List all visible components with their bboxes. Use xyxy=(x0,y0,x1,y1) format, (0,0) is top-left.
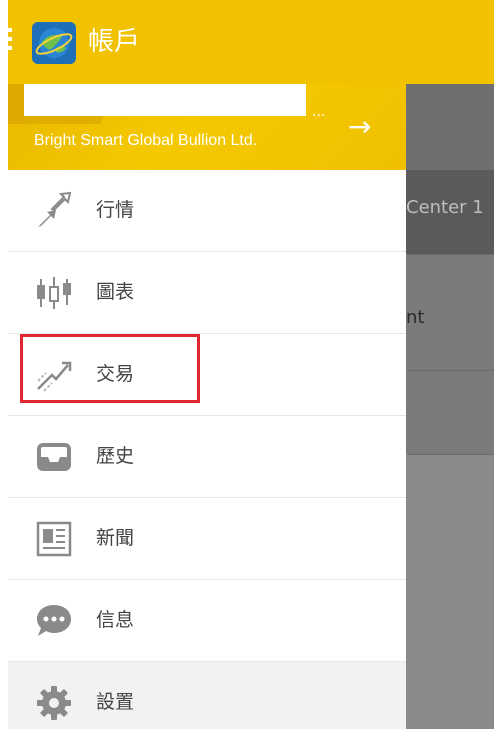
screen: 帳戶 Center 1 nt ... Bright Smart Global B… xyxy=(8,0,494,729)
account-broker: Bright Smart Global Bullion Ltd. xyxy=(34,132,258,149)
menu-item-label: 圖表 xyxy=(96,281,135,303)
app-bar: 帳戶 xyxy=(8,0,494,84)
app-bar-title: 帳戶 xyxy=(88,27,141,57)
history-inbox-icon xyxy=(34,437,74,477)
gear-icon xyxy=(34,683,74,723)
quotes-icon xyxy=(34,191,74,231)
menu-item-label: 行情 xyxy=(96,199,135,221)
menu-item-messages[interactable]: 信息 xyxy=(8,580,406,662)
menu-item-quotes[interactable]: 行情 xyxy=(8,170,406,252)
menu-item-news[interactable]: 新聞 xyxy=(8,498,406,580)
menu-item-label: 新聞 xyxy=(96,527,135,549)
navigation-drawer: ... Bright Smart Global Bullion Ltd. → 行… xyxy=(8,84,406,729)
menu-item-settings[interactable]: 設置 xyxy=(8,662,406,729)
menu-item-label: 歷史 xyxy=(96,445,135,467)
menu-item-label: 信息 xyxy=(96,609,135,631)
account-name-ellipsis: ... xyxy=(312,104,326,120)
menu-icon[interactable] xyxy=(8,28,14,58)
account-name-redacted xyxy=(24,84,306,116)
menu-item-label: 設置 xyxy=(96,691,135,713)
menu-item-charts[interactable]: 圖表 xyxy=(8,252,406,334)
background-list-label: nt xyxy=(406,307,425,328)
chat-bubble-icon xyxy=(34,601,74,641)
app-logo-icon[interactable] xyxy=(32,22,76,64)
background-tab-label: Center 1 xyxy=(406,197,484,218)
arrow-right-icon[interactable]: → xyxy=(348,112,371,142)
history-highlight-box xyxy=(20,334,200,403)
news-icon xyxy=(34,519,74,559)
chart-candlestick-icon xyxy=(34,273,74,313)
menu-item-history[interactable]: 歷史 xyxy=(8,416,406,498)
account-header[interactable]: ... Bright Smart Global Bullion Ltd. → xyxy=(8,84,406,170)
